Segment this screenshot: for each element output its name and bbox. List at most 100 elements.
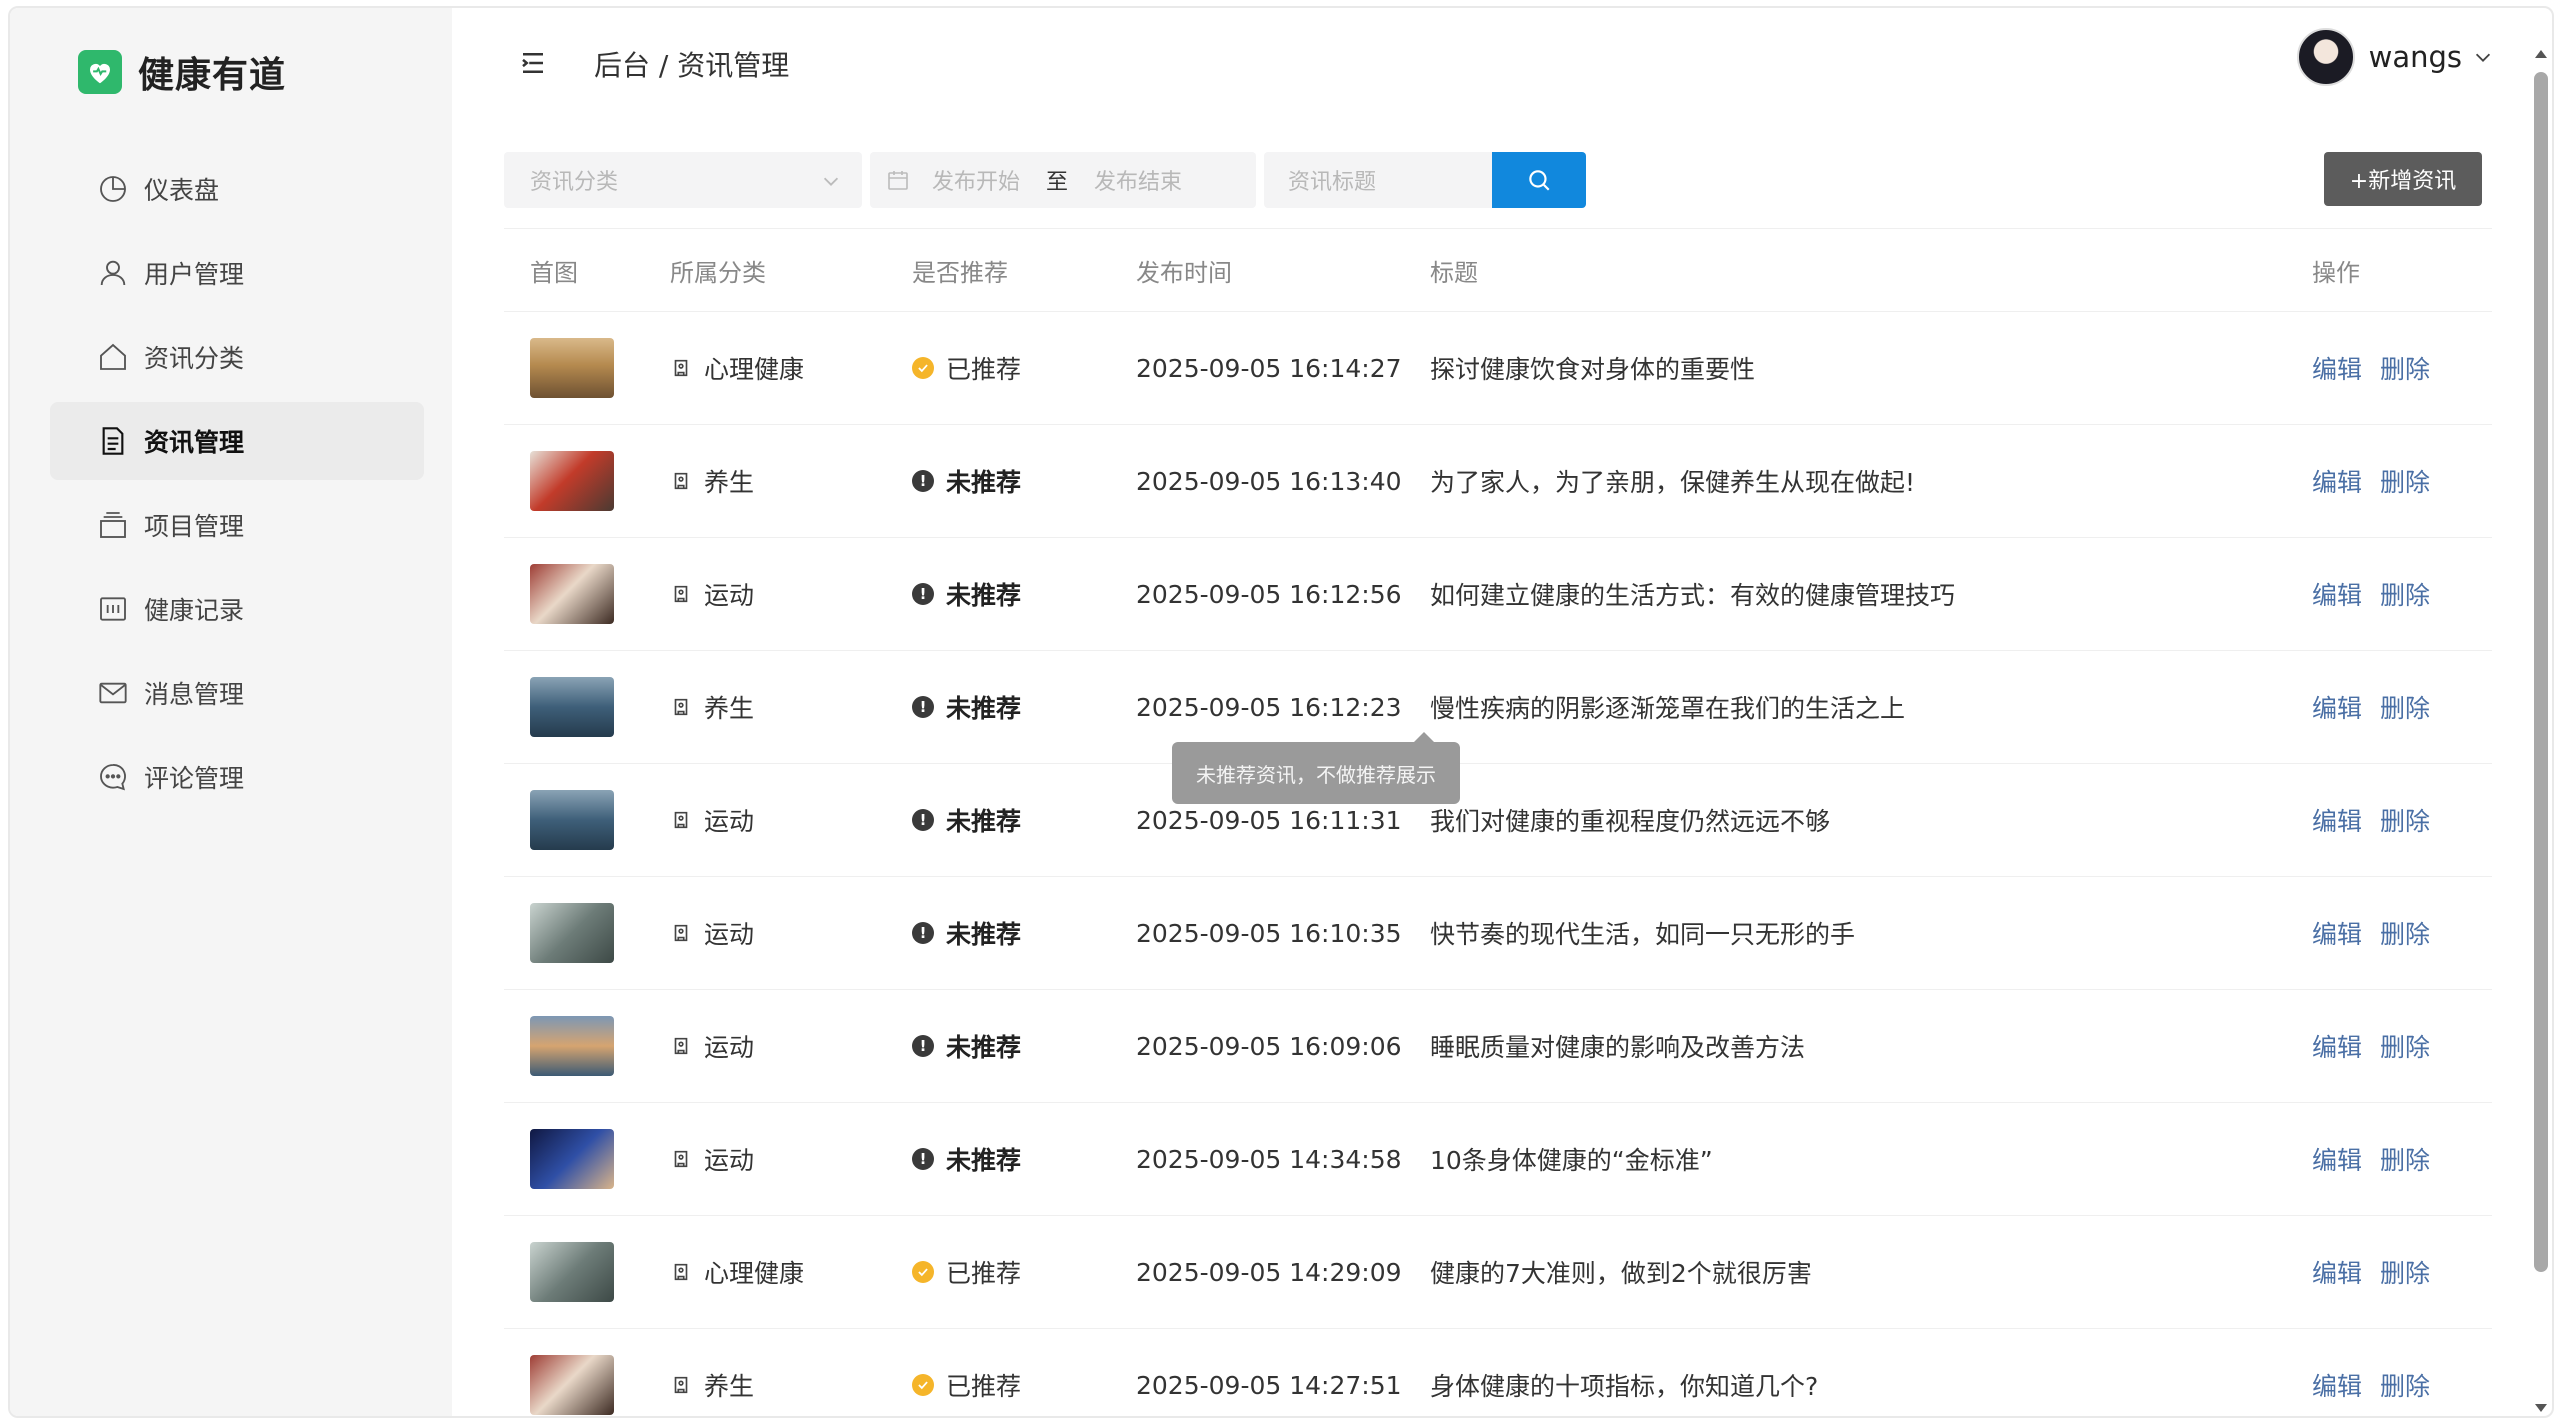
vertical-scrollbar[interactable]: [2530, 38, 2552, 1414]
news-title: 健康的7大准则，做到2个就很厉害: [1430, 1259, 1812, 1288]
info-circle-icon: !: [912, 922, 934, 944]
check-circle-icon: [912, 357, 934, 379]
publish-time: 2025-09-05 16:10:35: [1136, 918, 1402, 948]
table-row: 养生! 未推荐 2025-09-05 16:13:40 为了家人，为了亲朋，保健养生从…: [504, 425, 2492, 538]
recommend-label: 已推荐: [946, 1372, 1022, 1401]
search-button[interactable]: [1492, 152, 1586, 208]
thumbnail-image: [530, 1242, 614, 1302]
delete-button[interactable]: 删除: [2380, 689, 2430, 725]
recommend-status[interactable]: 已推荐: [912, 312, 1021, 424]
check-circle-icon: [912, 1374, 934, 1396]
category-label: 运动: [704, 581, 755, 610]
thumbnail-image: [530, 790, 614, 850]
delete-button[interactable]: 删除: [2380, 576, 2430, 612]
sidebar-item-projects[interactable]: 项目管理: [50, 486, 424, 564]
calendar-icon: [888, 171, 908, 190]
sidebar-item-users[interactable]: 用户管理: [50, 234, 424, 312]
title-search-placeholder: 资讯标题: [1288, 170, 1377, 195]
delete-button[interactable]: 删除: [2380, 915, 2430, 951]
main-content: 后台 / 资讯管理 wangs 资讯分类 发布开始 至 发布结束 资讯标题 +新…: [452, 8, 2552, 1416]
edit-button[interactable]: 编辑: [2312, 802, 2362, 838]
sidebar-item-health-records[interactable]: 健康记录: [50, 570, 424, 648]
edit-button[interactable]: 编辑: [2312, 1141, 2362, 1177]
table-row: 养生 已推荐 2025-09-05 14:27:51 身体健康的十项指标，你知道几个?…: [504, 1329, 2492, 1416]
scroll-down-icon[interactable]: [2534, 1402, 2548, 1414]
sidebar-item-dashboard[interactable]: 仪表盘: [50, 150, 424, 228]
edit-button[interactable]: 编辑: [2312, 1254, 2362, 1290]
row-actions: 编辑 删除: [2312, 425, 2448, 537]
news-title: 慢性疾病的阴影逐渐笼罩在我们的生活之上: [1430, 694, 1906, 723]
recommend-status[interactable]: ! 未推荐: [912, 538, 1021, 650]
thumbnail-cell: [530, 990, 614, 1102]
recommend-status[interactable]: ! 未推荐: [912, 1103, 1021, 1215]
recommend-status[interactable]: ! 未推荐: [912, 877, 1021, 989]
recommend-status[interactable]: ! 未推荐: [912, 764, 1021, 876]
sidebar-item-categories[interactable]: 资讯分类: [50, 318, 424, 396]
delete-button[interactable]: 删除: [2380, 1028, 2430, 1064]
thumbnail-cell: [530, 538, 614, 650]
news-table: 首图 所属分类 是否推荐 发布时间 标题 操作 心理健康 已推荐 2025-09-0…: [504, 228, 2492, 1416]
edit-button[interactable]: 编辑: [2312, 350, 2362, 386]
heart-logo-icon: [78, 50, 122, 94]
delete-button[interactable]: 删除: [2380, 802, 2430, 838]
category-select[interactable]: 资讯分类: [504, 152, 862, 208]
category-label: 心理健康: [704, 1259, 805, 1288]
table-row: 运动! 未推荐 2025-09-05 16:09:06 睡眠质量对健康的影响及改善方法…: [504, 990, 2492, 1103]
date-end-input[interactable]: 发布结束: [1094, 164, 1182, 196]
thumbnail-image: [530, 1355, 614, 1415]
home-icon: [96, 340, 130, 374]
edit-button[interactable]: 编辑: [2312, 689, 2362, 725]
sidebar-item-messages[interactable]: 消息管理: [50, 654, 424, 732]
delete-button[interactable]: 删除: [2380, 1141, 2430, 1177]
recommend-label: 未推荐: [946, 468, 1022, 497]
avatar: [2296, 28, 2355, 86]
sidebar-item-news[interactable]: 资讯管理: [50, 402, 424, 480]
news-title: 为了家人，为了亲朋，保健养生从现在做起!: [1430, 468, 1916, 497]
date-range-picker[interactable]: 发布开始 至 发布结束: [870, 152, 1256, 208]
add-news-button[interactable]: +新增资讯: [2324, 152, 2482, 206]
delete-button[interactable]: 删除: [2380, 1254, 2430, 1290]
menu-toggle-icon[interactable]: [518, 48, 548, 78]
edit-button[interactable]: 编辑: [2312, 915, 2362, 951]
info-circle-icon: !: [912, 1035, 934, 1057]
thumbnail-image: [530, 1129, 614, 1189]
chevron-down-icon: [2475, 53, 2491, 62]
recommend-label: 未推荐: [946, 1033, 1022, 1062]
scroll-up-icon[interactable]: [2534, 48, 2548, 60]
tag-icon: [674, 811, 688, 829]
title-search-input[interactable]: 资讯标题: [1264, 152, 1492, 208]
scroll-thumb[interactable]: [2534, 72, 2548, 1272]
thumbnail-cell: [530, 877, 614, 989]
recommend-status[interactable]: ! 未推荐: [912, 990, 1021, 1102]
row-actions: 编辑 删除: [2312, 312, 2448, 424]
recommend-label: 未推荐: [946, 694, 1022, 723]
category-cell: 运动: [670, 1103, 754, 1215]
delete-button[interactable]: 删除: [2380, 463, 2430, 499]
recommend-status[interactable]: 已推荐: [912, 1329, 1022, 1416]
header-image: 首图: [530, 258, 578, 287]
top-bar: 后台 / 资讯管理 wangs: [452, 8, 2552, 118]
info-circle-icon: !: [912, 809, 934, 831]
header-title: 标题: [1430, 258, 1478, 287]
category-select-placeholder: 资讯分类: [530, 170, 619, 195]
edit-button[interactable]: 编辑: [2312, 1367, 2362, 1403]
tag-icon: [674, 472, 688, 490]
category-cell: 养生: [670, 425, 754, 537]
delete-button[interactable]: 删除: [2380, 350, 2430, 386]
logo[interactable]: 健康有道: [78, 46, 286, 98]
row-actions: 编辑 删除: [2312, 764, 2448, 876]
edit-button[interactable]: 编辑: [2312, 1028, 2362, 1064]
recommend-status[interactable]: 已推荐: [912, 1216, 1021, 1328]
sidebar-item-label: 消息管理: [144, 680, 245, 709]
category-cell: 运动: [670, 538, 754, 650]
recommend-status[interactable]: ! 未推荐: [912, 651, 1021, 763]
delete-button[interactable]: 删除: [2380, 1367, 2430, 1403]
edit-button[interactable]: 编辑: [2312, 463, 2362, 499]
user-menu[interactable]: wangs: [2296, 28, 2494, 86]
filter-toolbar: 资讯分类 发布开始 至 发布结束 资讯标题 +新增资讯: [504, 152, 2482, 210]
edit-button[interactable]: 编辑: [2312, 576, 2362, 612]
table-row: 心理健康 已推荐 2025-09-05 16:14:27 探讨健康饮食对身体的重要性 编…: [504, 312, 2492, 425]
recommend-status[interactable]: ! 未推荐: [912, 425, 1021, 537]
sidebar-item-comments[interactable]: 评论管理: [50, 738, 424, 816]
date-start-input[interactable]: 发布开始: [932, 164, 1020, 196]
